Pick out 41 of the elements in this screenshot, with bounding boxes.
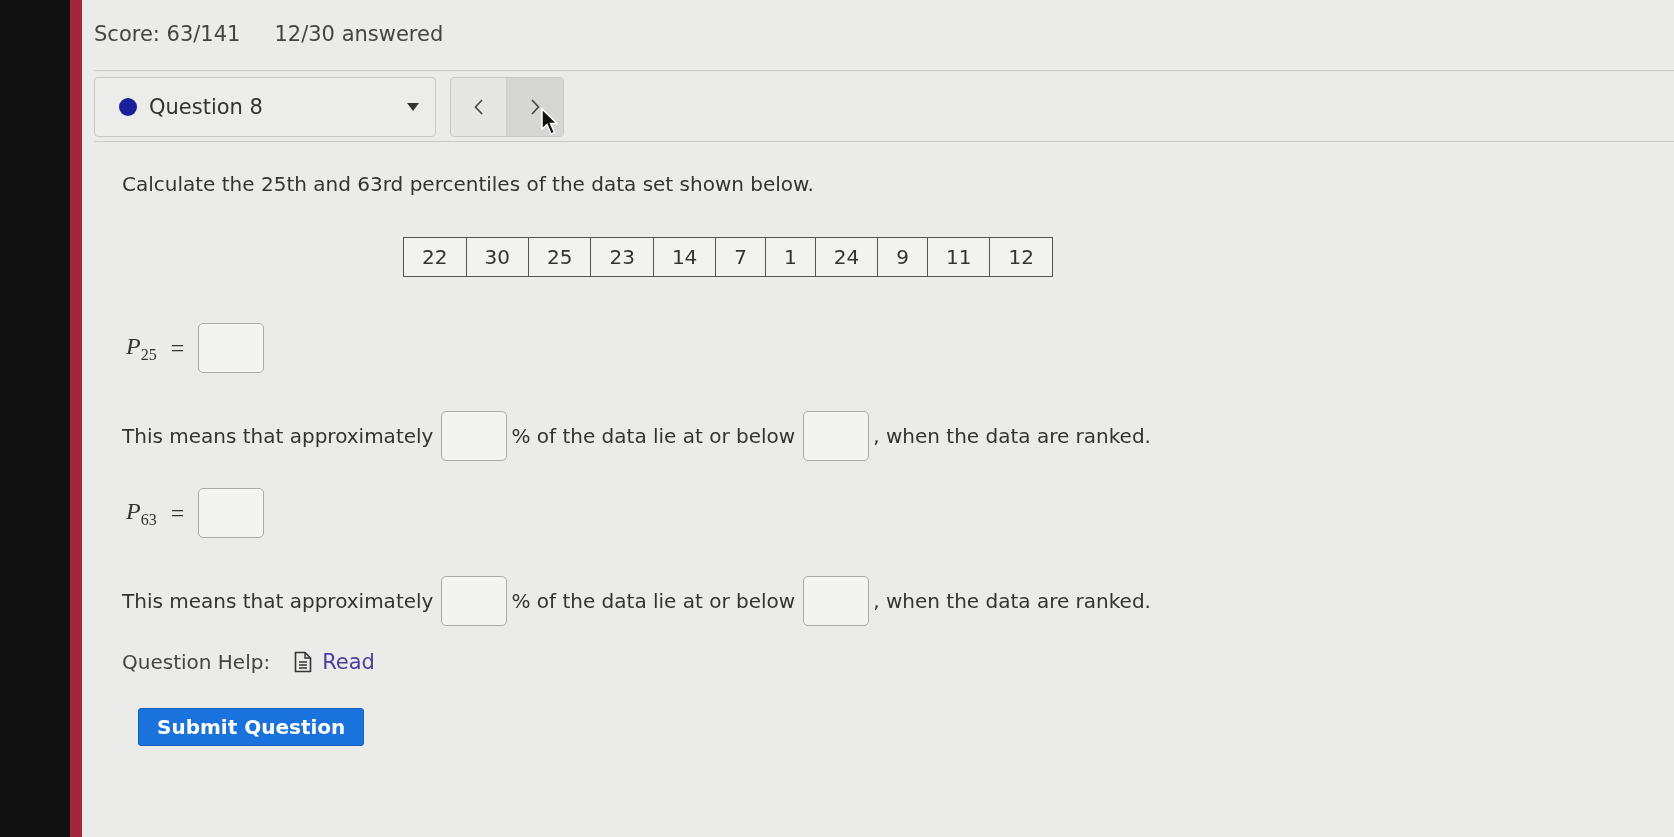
table-cell: 11 <box>927 238 990 276</box>
table-cell: 1 <box>765 238 815 276</box>
table-cell: 30 <box>465 238 528 276</box>
chevron-left-icon <box>474 99 483 115</box>
question-selector[interactable]: Question 8 <box>94 77 436 137</box>
math-variable: P$_{63}$ <box>126 497 157 529</box>
next-button[interactable] <box>507 78 563 136</box>
sentence-text: , when the data are ranked. <box>873 589 1151 613</box>
answered-count: 12/30 answered <box>274 22 444 46</box>
status-dot-icon <box>119 98 137 116</box>
chevron-right-icon <box>530 99 540 115</box>
table-cell: 7 <box>715 238 766 276</box>
table-cell-text: 22 <box>421 244 449 271</box>
table-cell: 25 <box>528 238 591 276</box>
sentence-text: , when the data are ranked. <box>873 424 1151 448</box>
answer-box[interactable] <box>441 411 508 461</box>
submit-question-button[interactable]: Submit Question <box>138 708 365 746</box>
mouse-pointer-icon <box>541 108 559 136</box>
read-link[interactable]: Read <box>294 650 375 674</box>
answer-box[interactable] <box>803 411 870 461</box>
answer-box[interactable] <box>441 576 508 626</box>
question-prompt: Calculate the 25th and 63rd percentiles of the data set shown below. <box>122 172 815 196</box>
equals-sign: = <box>170 334 185 362</box>
sentence-text: % of the data lie at or below <box>511 589 796 613</box>
answer-box[interactable] <box>803 576 870 626</box>
score-text: Score: 63/141 <box>94 22 241 46</box>
answer-box[interactable] <box>198 323 265 373</box>
table-cell: 24 <box>814 238 878 276</box>
answer-box[interactable] <box>198 488 265 538</box>
sentence-text: % of the data lie at or below <box>511 424 796 448</box>
table-cell: 12 <box>989 238 1052 276</box>
sentence-text: This means that approximately <box>122 589 434 613</box>
question-help-label: Question Help: <box>122 650 271 674</box>
sentence-text: This means that approximately <box>122 424 434 448</box>
equals-sign: = <box>170 499 185 527</box>
document-icon <box>294 651 313 673</box>
table-cell: 14 <box>652 238 716 276</box>
table-cell: 9 <box>877 238 927 276</box>
caret-icon <box>407 103 419 111</box>
math-variable: P$_{25}$ <box>126 332 157 364</box>
table-cell: 23 <box>590 238 653 276</box>
